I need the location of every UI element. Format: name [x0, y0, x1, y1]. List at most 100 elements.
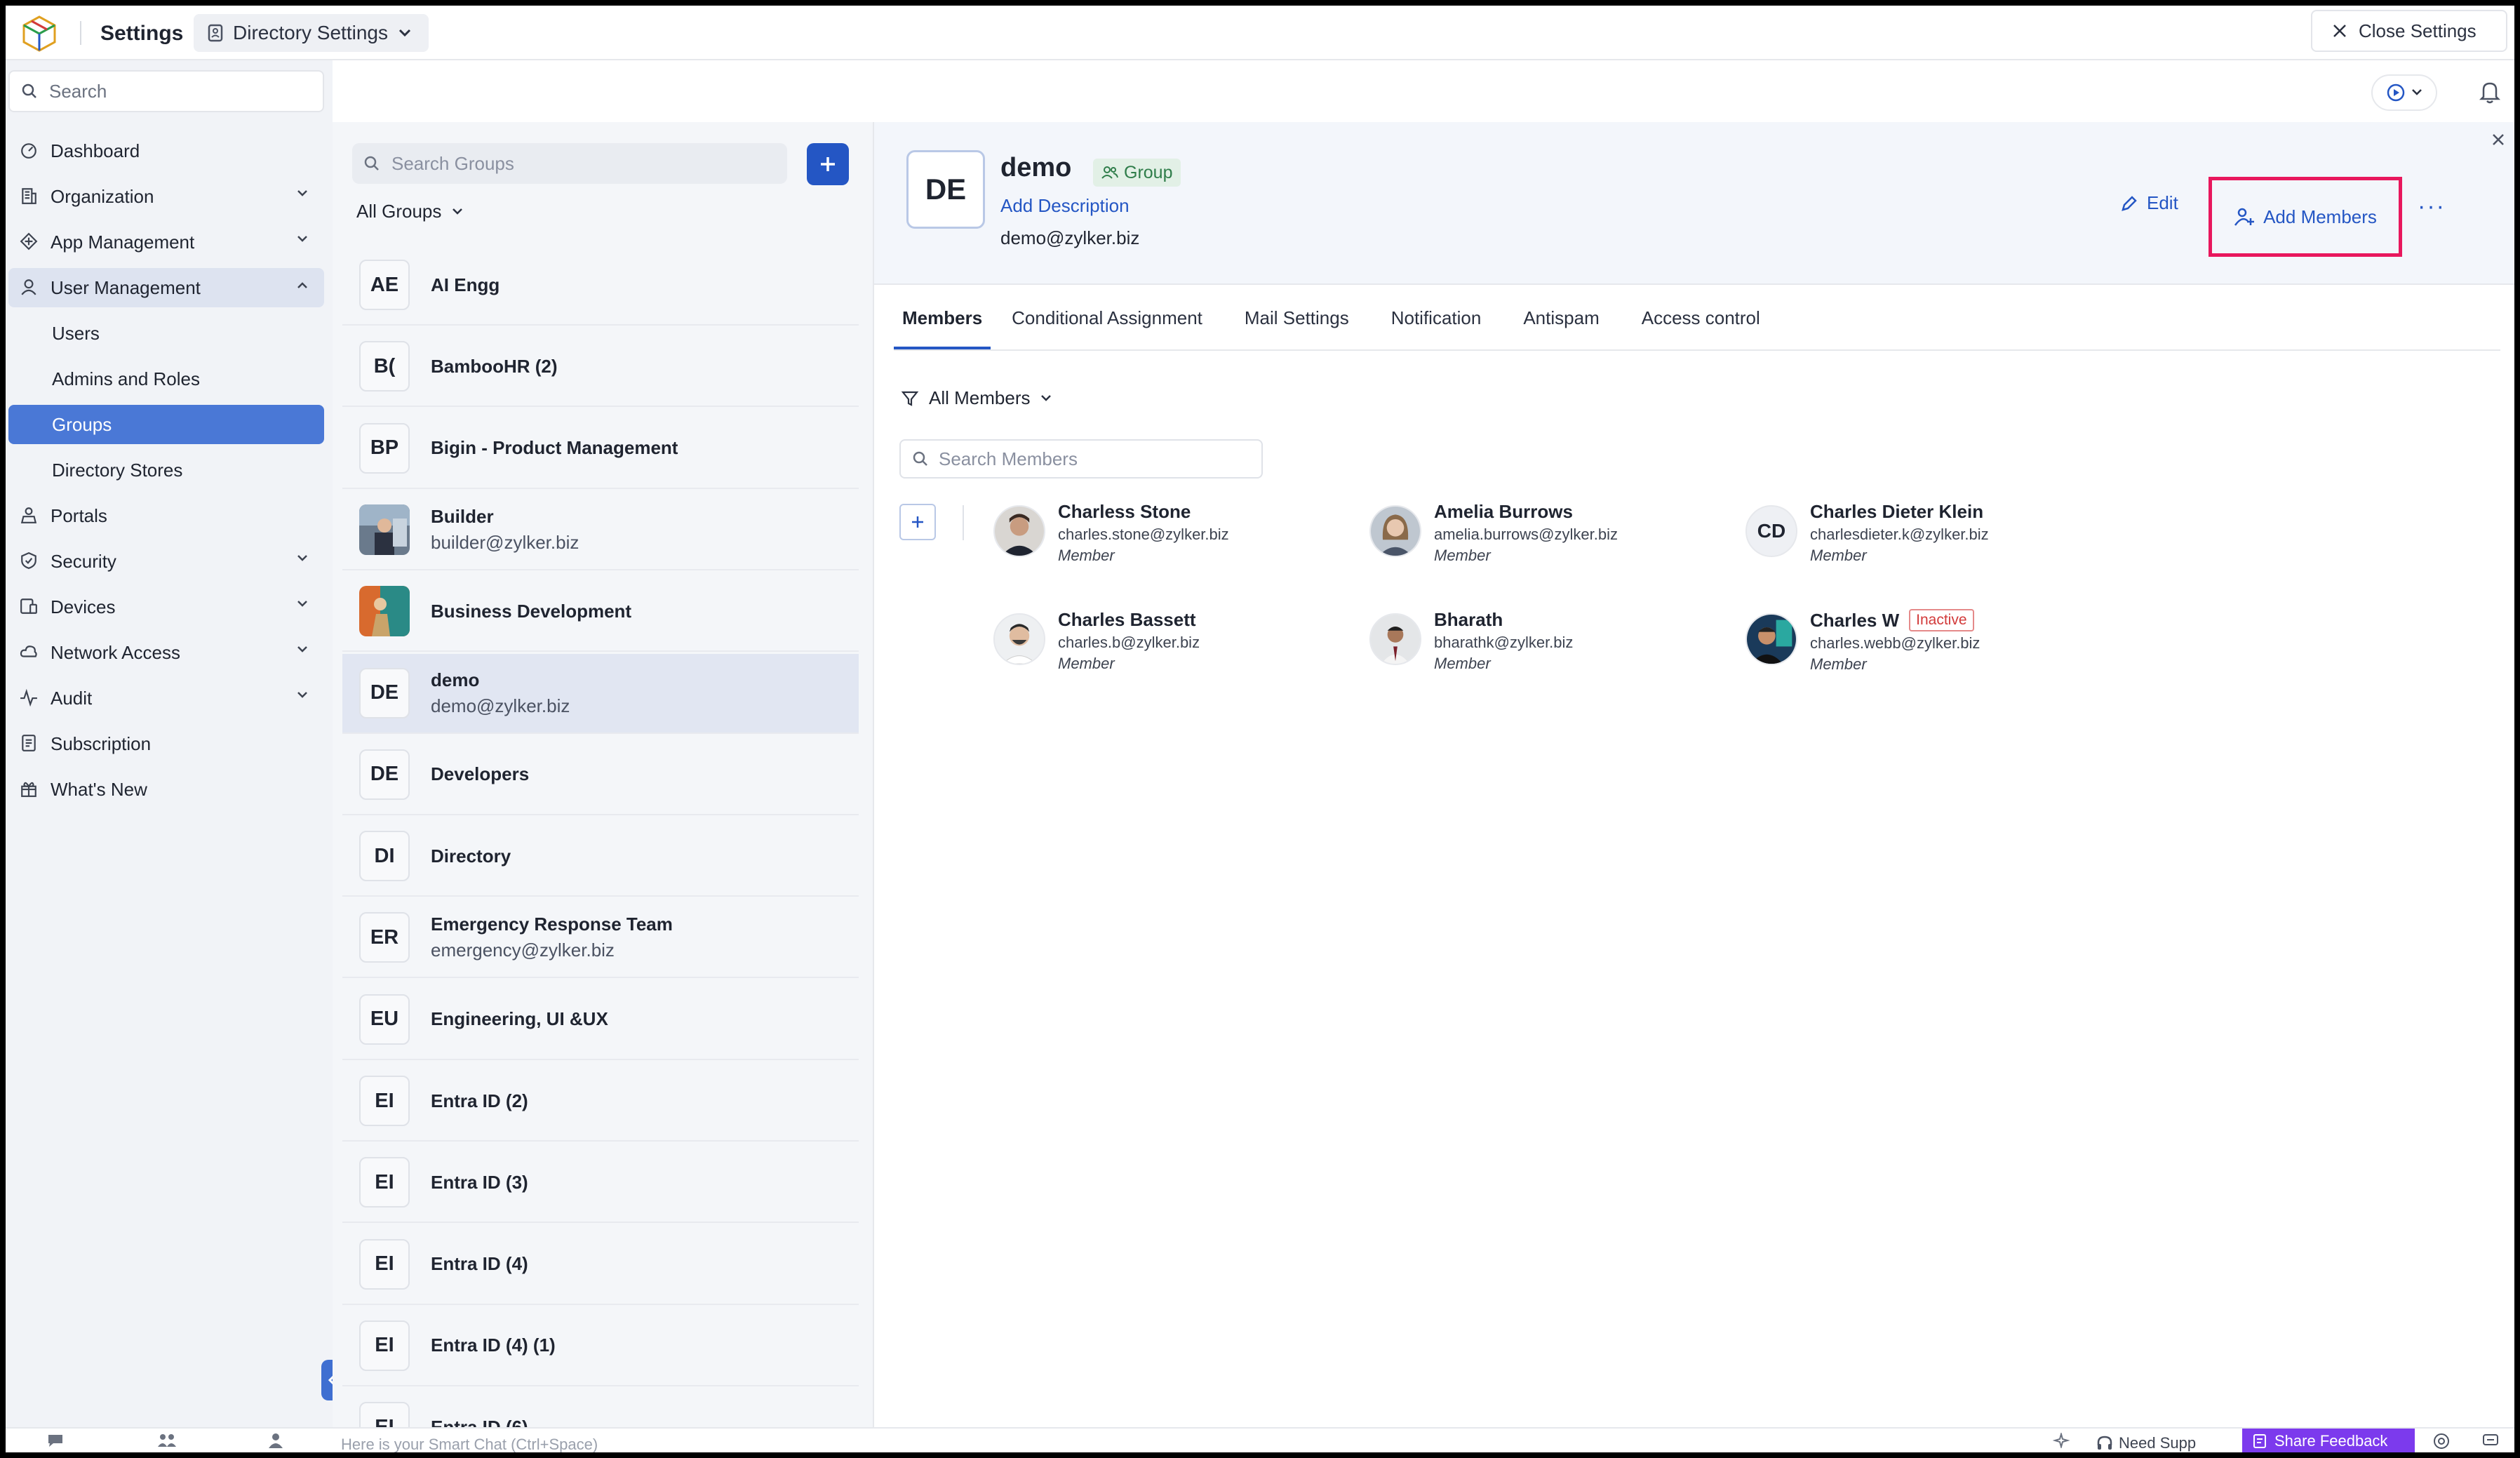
team-icon[interactable] [157, 1433, 177, 1448]
chat-icon[interactable] [46, 1433, 65, 1448]
member-role: Member [1058, 547, 1115, 564]
group-text: Engineering, UI &UX [431, 1008, 608, 1030]
sidebar-search-input[interactable]: Search [8, 70, 324, 112]
search-members-input[interactable]: Search Members [899, 439, 1263, 479]
group-row[interactable]: Business Development [342, 572, 859, 653]
sidebar-item-network-access[interactable]: Network Access [8, 633, 324, 672]
sidebar-item-directory-stores[interactable]: Directory Stores [8, 450, 324, 490]
group-photo [359, 586, 410, 637]
member-name: Charless Stone [1058, 501, 1191, 522]
group-text: Entra ID (4) [431, 1253, 528, 1275]
group-avatar: ER [359, 912, 410, 963]
sidebar-item-dashboard[interactable]: Dashboard [8, 131, 324, 170]
member-name: Bharath [1434, 609, 1503, 630]
sidebar-item-users[interactable]: Users [8, 314, 324, 353]
sidebar-item-subscription[interactable]: Subscription [8, 724, 324, 763]
need-support-button[interactable]: Need Supp [2096, 1434, 2196, 1452]
all-groups-label: All Groups [356, 201, 442, 222]
contact-icon[interactable] [268, 1433, 283, 1448]
tab-conditional-assignment[interactable]: Conditional Assignment [991, 307, 1224, 349]
sidebar-item-portals[interactable]: Portals [8, 496, 324, 535]
add-group-button[interactable] [807, 143, 849, 185]
sidebar-item-user-management[interactable]: User Management [8, 268, 324, 307]
all-members-label: All Members [929, 387, 1031, 408]
group-name: Engineering, UI &UX [431, 1008, 608, 1030]
sidebar-item-label: Subscription [51, 733, 152, 754]
message-icon[interactable] [2482, 1433, 2499, 1448]
close-settings-button[interactable]: Close Settings [2311, 10, 2507, 52]
devices-icon [20, 597, 38, 615]
group-row[interactable]: ER Emergency Response Team emergency@zylke… [342, 898, 859, 979]
chevron-down-icon [296, 691, 309, 700]
group-row[interactable]: DE demo demo@zylker.biz [342, 653, 859, 734]
avatar: CD [1745, 505, 1797, 557]
sidebar-item-devices[interactable]: Devices [8, 587, 324, 627]
directory-settings-dropdown[interactable]: Directory Settings [194, 14, 429, 52]
avatar [1369, 505, 1421, 557]
group-row[interactable]: BP Bigin - Product Management [342, 409, 859, 489]
groups-panel: Search Groups All Groups AE AI Engg B(Bamb… [333, 122, 873, 1427]
member-name-row: Charles W Inactive [1810, 609, 1980, 631]
tab-members[interactable]: Members [894, 307, 991, 349]
share-feedback-button[interactable]: Share Feedback [2242, 1429, 2415, 1452]
member-name: Amelia Burrows [1434, 501, 1573, 522]
plus-icon [818, 154, 838, 174]
directory-icon [208, 24, 223, 42]
sidebar-item-audit[interactable]: Audit [8, 678, 324, 718]
group-row[interactable]: AE AI Engg [342, 246, 859, 326]
group-detail-header: DE demo Group Add Description demo@zylke… [874, 122, 2514, 285]
add-description-link[interactable]: Add Description [1000, 195, 1130, 217]
bell-icon[interactable] [2479, 80, 2500, 104]
at-sign-icon[interactable] [2433, 1433, 2450, 1450]
search-groups-input[interactable]: Search Groups [352, 143, 787, 184]
chevron-down-icon [296, 646, 309, 654]
sidebar-search-placeholder: Search [49, 80, 107, 102]
tab-antispam[interactable]: Antispam [1502, 307, 1620, 349]
gift-icon [20, 780, 38, 798]
group-avatar: EI [359, 1320, 410, 1371]
group-row[interactable]: EI Entra ID (3) [342, 1143, 859, 1224]
sidebar-item-app-management[interactable]: App Management [8, 222, 324, 262]
group-row[interactable]: Builder builder@zylker.biz [342, 490, 859, 570]
group-row[interactable]: DI Directory [342, 817, 859, 897]
chevron-down-icon [451, 208, 464, 216]
group-row[interactable]: EI Entra ID (6) [342, 1388, 859, 1427]
sidebar-item-security[interactable]: Security [8, 542, 324, 581]
sidebar-item-admins-and-roles[interactable]: Admins and Roles [8, 359, 324, 399]
sparkle-icon[interactable] [2053, 1433, 2071, 1448]
all-groups-filter[interactable]: All Groups [356, 201, 464, 222]
sidebar-item-groups[interactable]: Groups [8, 405, 324, 444]
group-row[interactable]: DE Developers [342, 735, 859, 815]
member-email: amelia.burrows@zylker.biz [1434, 526, 1618, 543]
assistant-dropdown-button[interactable] [2371, 74, 2437, 111]
group-row[interactable]: EI Entra ID (4) (1) [342, 1306, 859, 1386]
tab-mail-settings[interactable]: Mail Settings [1224, 307, 1370, 349]
status-badge: Inactive [1909, 609, 1974, 631]
sidebar-item-label: Users [52, 322, 100, 344]
tab-notification[interactable]: Notification [1370, 307, 1503, 349]
sidebar-item-label: App Management [51, 231, 195, 253]
sidebar-item-what-s-new[interactable]: What's New [8, 770, 324, 809]
tab-access-control[interactable]: Access control [1621, 307, 1781, 349]
all-members-filter[interactable]: All Members [901, 387, 1052, 409]
sidebar-item-label: User Management [51, 276, 201, 298]
avatar [1369, 613, 1421, 665]
group-row[interactable]: EI Entra ID (4) [342, 1225, 859, 1305]
app-logo-icon[interactable] [20, 14, 59, 53]
close-icon[interactable] [2491, 132, 2506, 147]
quick-add-member-button[interactable] [899, 504, 936, 540]
more-options-button[interactable]: ··· [2418, 194, 2446, 218]
group-row[interactable]: B(BambooHR (2) [342, 327, 859, 408]
chevron-up-icon [296, 281, 309, 289]
smart-chat-hint[interactable]: Here is your Smart Chat (Ctrl+Space) [341, 1436, 598, 1452]
avatar [993, 613, 1045, 665]
group-row[interactable]: EI Entra ID (2) [342, 1062, 859, 1142]
group-name: demo [431, 669, 480, 690]
sidebar-item-organization[interactable]: Organization [8, 177, 324, 216]
group-name: Developers [431, 763, 530, 785]
user-icon [20, 278, 38, 296]
add-members-button[interactable]: Add Members [2209, 177, 2402, 257]
edit-button[interactable]: Edit [2120, 192, 2178, 214]
group-row[interactable]: EU Engineering, UI &UX [342, 980, 859, 1060]
group-name: demo [1000, 153, 1072, 182]
